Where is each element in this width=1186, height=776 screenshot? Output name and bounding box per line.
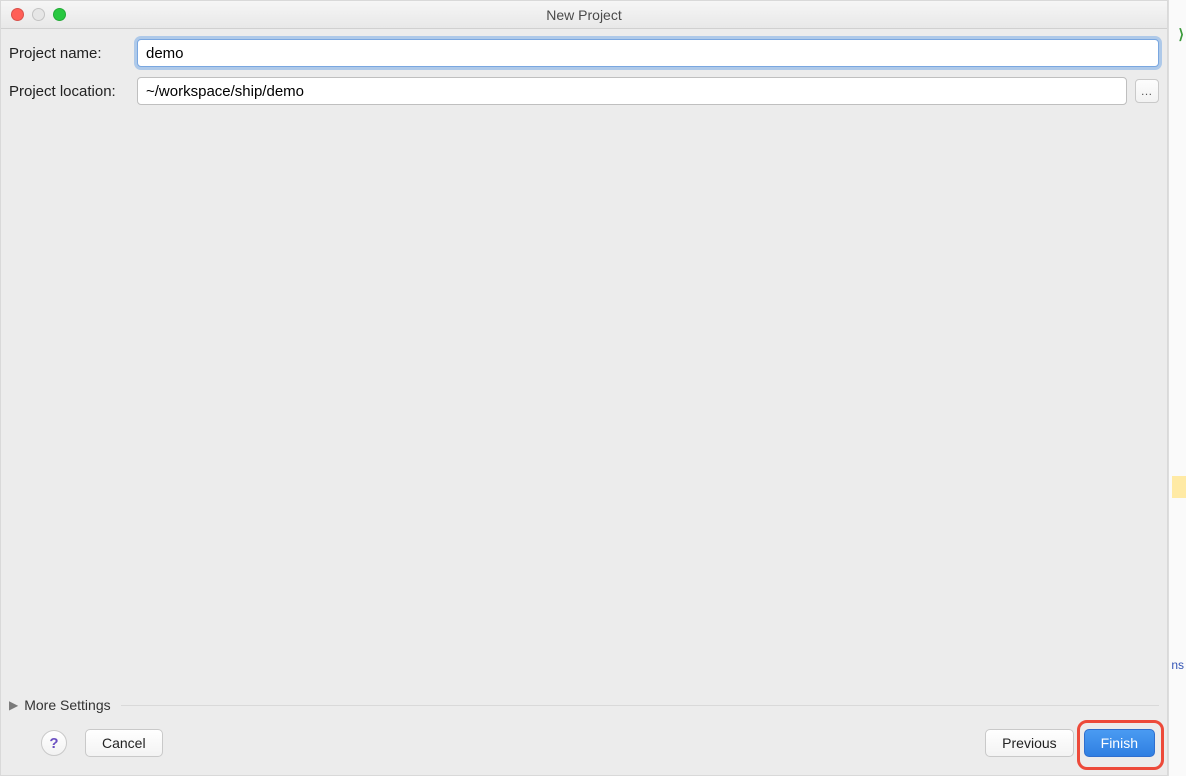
- help-button[interactable]: ?: [41, 730, 67, 756]
- chevron-right-icon: ▶: [9, 698, 18, 712]
- cancel-button[interactable]: Cancel: [85, 729, 163, 757]
- dialog-footer: ? Cancel Previous Finish: [1, 719, 1167, 775]
- project-location-label: Project location:: [9, 83, 137, 100]
- background-window-sliver: ⟩ ns: [1168, 0, 1186, 776]
- help-icon: ?: [49, 735, 58, 752]
- previous-button-label: Previous: [1002, 735, 1056, 751]
- project-location-input[interactable]: [137, 77, 1127, 105]
- project-location-row: Project location: …: [9, 77, 1159, 105]
- separator: [121, 705, 1159, 706]
- content-spacer: [1, 115, 1167, 693]
- minimize-icon: [32, 8, 45, 21]
- titlebar: New Project: [1, 1, 1167, 29]
- close-icon[interactable]: [11, 8, 24, 21]
- cancel-button-label: Cancel: [102, 735, 146, 751]
- new-project-dialog: New Project Project name: Project locati…: [0, 0, 1168, 776]
- previous-button[interactable]: Previous: [985, 729, 1073, 757]
- background-marker-icon: ⟩: [1179, 26, 1184, 43]
- browse-button[interactable]: …: [1135, 79, 1159, 103]
- form-area: Project name: Project location: …: [1, 29, 1167, 115]
- maximize-icon[interactable]: [53, 8, 66, 21]
- project-name-label: Project name:: [9, 45, 137, 62]
- project-name-input[interactable]: [137, 39, 1159, 67]
- more-settings-label: More Settings: [24, 697, 110, 713]
- finish-button-label: Finish: [1101, 735, 1138, 751]
- background-highlight-icon: [1172, 476, 1186, 498]
- ellipsis-icon: …: [1141, 84, 1154, 98]
- window-title: New Project: [1, 7, 1167, 23]
- finish-button[interactable]: Finish: [1084, 729, 1155, 757]
- project-name-row: Project name:: [9, 39, 1159, 67]
- traffic-lights: [1, 8, 66, 21]
- background-text-fragment: ns: [1171, 658, 1184, 672]
- more-settings-toggle[interactable]: ▶ More Settings: [1, 697, 1167, 719]
